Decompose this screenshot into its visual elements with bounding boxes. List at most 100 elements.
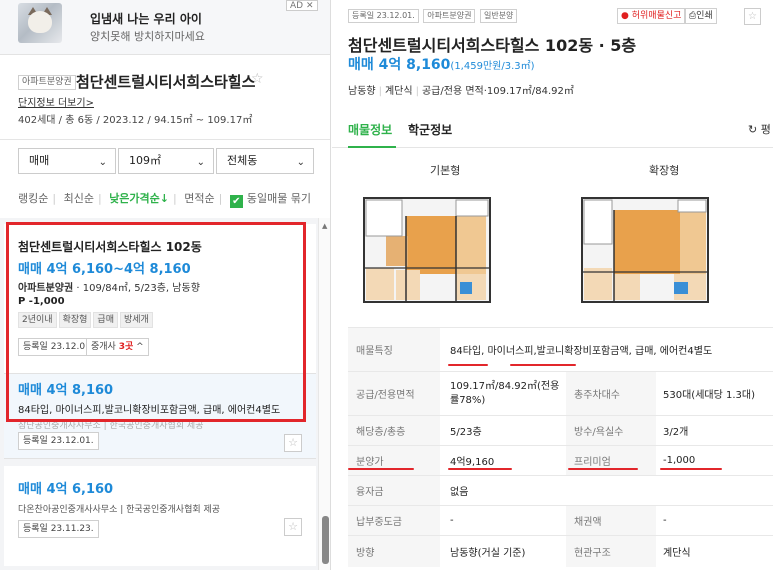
- listing-premium: P -1,000: [18, 296, 65, 307]
- row-label: 총주차대수: [566, 372, 656, 415]
- table-row: 분양가 4억9,160 프리미엄 -1,000: [348, 445, 773, 475]
- table-row: 융자금 없음: [348, 475, 773, 505]
- listing-group-card[interactable]: 첨단센트럴시티서희스타힐스 102동 매매 4억 6,160~4억 8,160 …: [4, 224, 316, 374]
- row-label: 해당층/총층: [348, 416, 440, 445]
- detail-panel: 등록일 23.12.01. 아파트분양권 일반분양 ● 허위매물신고 ⎙인쇄 ☆…: [332, 0, 773, 570]
- siren-icon: ●: [621, 11, 629, 21]
- listing-date: 등록일 23.12.01.: [18, 432, 99, 450]
- listing-card[interactable]: 매매 4억 8,160 84타입, 마이너스피,발코니확장비포함금액, 급매, …: [4, 374, 316, 459]
- ad-close-button[interactable]: AD ✕: [286, 0, 318, 11]
- listing-agent-source: 참단공인중개사사무소 | 한국공인중개사협회 제공: [18, 421, 204, 431]
- ad-subtitle: 양치못해 방치하지마세요: [90, 30, 205, 43]
- sort-ranking[interactable]: 랭킹순: [18, 192, 48, 205]
- area-value: 109㎡: [129, 154, 161, 167]
- sort-low-price[interactable]: 낮은가격순↓: [109, 192, 169, 205]
- detail-tag: 일반분양: [479, 9, 518, 23]
- detail-tag: 등록일 23.12.01.: [348, 9, 419, 23]
- scroll-up-icon[interactable]: ▲: [322, 222, 327, 230]
- same-listing-checkbox[interactable]: ✔: [229, 195, 243, 208]
- detail-tabs: 매물정보 학군정보 ↻ 평: [332, 108, 773, 148]
- listing-list: 첨단센트럴시티서희스타힐스 102동 매매 4억 6,160~4억 8,160 …: [0, 218, 330, 570]
- listing-info: 아파트분양권 · 109/84㎡, 5/23층, 남동향: [18, 283, 200, 294]
- favorite-star-icon[interactable]: ☆: [744, 8, 761, 25]
- trade-type-value: 매매: [29, 154, 50, 167]
- row-label: 납부중도금: [348, 506, 440, 535]
- listing-feature-tags: 2년이내 확장형 급매 방세개: [18, 312, 155, 328]
- favorite-star-icon[interactable]: ☆: [251, 71, 264, 87]
- row-value: 5/23층: [450, 427, 482, 438]
- filter-row: 매매 ⌄ 109㎡ ⌄ 전체동 ⌄: [18, 148, 314, 174]
- listing-agent-source: 다온찬아공인중개사사무소 | 한국공인중개사협회 제공: [18, 505, 221, 515]
- detail-actions: ● 허위매물신고 ⎙인쇄: [617, 8, 717, 24]
- area-select[interactable]: 109㎡ ⌄: [118, 148, 214, 174]
- floor-plan-basic[interactable]: [356, 186, 496, 316]
- floor-plan-expanded[interactable]: [574, 186, 714, 316]
- table-row: 납부중도금 - 채권액 -: [348, 505, 773, 535]
- ad-image: [18, 3, 62, 43]
- annotation-underline: [348, 468, 414, 470]
- row-value: 84타입, 마이너스피,발코니확장비포함금액, 급매, 에어컨4별도: [450, 346, 713, 357]
- row-label: 채권액: [566, 506, 656, 535]
- row-label: 방향: [348, 536, 440, 567]
- favorite-star-icon[interactable]: ☆: [284, 518, 302, 536]
- table-row: 공급/전용면적 109.17㎡/84.92㎡(전용률78%) 총주차대수 530…: [348, 371, 773, 415]
- ad-title: 입냄새 나는 우리 아이: [90, 12, 202, 26]
- sort-latest[interactable]: 최신순: [64, 192, 94, 205]
- listing-panel: 입냄새 나는 우리 아이 양치못해 방치하지마세요 AD ✕ 아파트분양권 첨단…: [0, 0, 331, 570]
- listing-description: 84타입, 마이너스피,발코니확장비포함금액, 급매, 에어컨4별도: [18, 405, 281, 416]
- feature-tag: 급매: [93, 312, 118, 328]
- row-label: 방수/욕실수: [566, 416, 656, 445]
- annotation-underline: [660, 468, 722, 470]
- chevron-down-icon: ⌄: [98, 157, 107, 168]
- sort-area[interactable]: 면적순: [184, 192, 214, 205]
- listing-price: 매매 4억 6,160: [18, 482, 114, 497]
- row-value: 4억9,160: [450, 457, 495, 468]
- row-label: 매물특징: [348, 328, 440, 371]
- annotation-underline: [510, 364, 576, 366]
- sort-options: 랭킹순 | 최신순 | 낮은가격순↓ | 면적순 | ✔ 동일매물 묶기: [18, 192, 312, 208]
- report-button[interactable]: ● 허위매물신고: [617, 8, 686, 24]
- listing-card[interactable]: 매매 4억 6,160 다온찬아공인중개사사무소 | 한국공인중개사협회 제공 …: [4, 466, 316, 566]
- trade-type-select[interactable]: 매매 ⌄: [18, 148, 116, 174]
- row-label: 현관구조: [566, 536, 656, 567]
- row-label: 공급/전용면적: [348, 372, 440, 415]
- tab-listing-info[interactable]: 매물정보: [348, 121, 392, 138]
- row-label: 프리미엄: [566, 446, 656, 475]
- favorite-star-icon[interactable]: ☆: [284, 434, 302, 452]
- detail-tag: 아파트분양권: [423, 9, 476, 23]
- chevron-down-icon: ⌄: [196, 157, 205, 168]
- table-row: 해당층/총층 5/23층 방수/욕실수 3/2개: [348, 415, 773, 445]
- table-row: 방향 남동향(거실 기준) 현관구조 계단식: [348, 535, 773, 567]
- complex-info-link[interactable]: 단지정보 더보기>: [18, 94, 94, 109]
- chevron-down-icon: ⌄: [296, 157, 305, 168]
- detail-title: 첨단센트럴시티서희스타힐스 102동 · 5층: [348, 36, 637, 55]
- feature-tag: 확장형: [58, 312, 92, 328]
- complex-summary: 아파트분양권 첨단센트럴시티서희스타힐스 ☆ 단지정보 더보기> 402세대 /…: [0, 56, 330, 140]
- row-value: 없음: [450, 487, 469, 498]
- agents-toggle-button[interactable]: 중개사 3곳 ^: [86, 338, 149, 356]
- detail-meta: 남동향 | 계단식 | 공급/전용 면적·109.17㎡/84.92㎡: [348, 86, 574, 97]
- list-scrollbar[interactable]: ▲: [318, 218, 330, 570]
- detail-tags: 등록일 23.12.01. 아파트분양권 일반분양: [348, 8, 518, 23]
- print-button[interactable]: ⎙인쇄: [684, 8, 717, 24]
- annotation-underline: [568, 468, 638, 470]
- tab-school-info[interactable]: 학군정보: [408, 121, 452, 138]
- row-value: -1,000: [663, 455, 696, 466]
- scroll-thumb[interactable]: [322, 516, 329, 564]
- listing-price: 매매 4억 8,160: [18, 383, 114, 398]
- ad-banner[interactable]: 입냄새 나는 우리 아이 양치못해 방치하지마세요 AD ✕: [0, 0, 330, 55]
- listing-price: 매매 4억 6,160~4억 8,160: [18, 262, 191, 277]
- complex-type-tag: 아파트분양권: [18, 75, 76, 90]
- building-value: 전체동: [227, 154, 258, 167]
- row-value: 남동향(거실 기준): [450, 548, 526, 559]
- same-listing-label[interactable]: 동일매물 묶기: [247, 192, 311, 205]
- feature-tag: 방세개: [119, 312, 153, 328]
- row-value: 3/2개: [663, 427, 689, 438]
- refresh-button[interactable]: ↻ 평: [748, 121, 771, 137]
- feature-tag: 2년이내: [18, 312, 57, 328]
- row-label: 융자금: [348, 476, 440, 505]
- building-select[interactable]: 전체동 ⌄: [216, 148, 314, 174]
- listing-name: 첨단센트럴시티서희스타힐스 102동: [18, 240, 202, 254]
- complex-name: 첨단센트럴시티서희스타힐스: [76, 73, 256, 91]
- plan-label-expanded: 확장형: [649, 164, 680, 177]
